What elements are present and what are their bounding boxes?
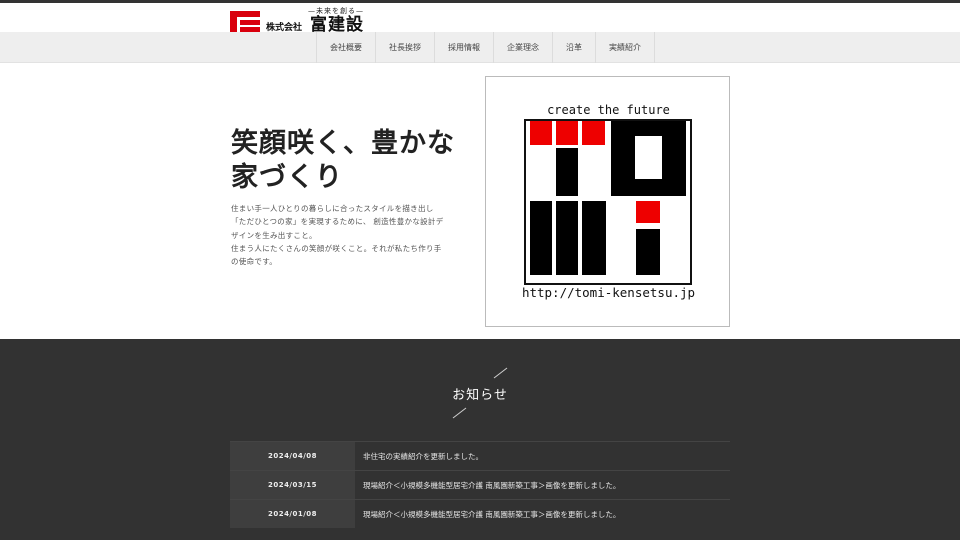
main-nav: 会社概要 社長挨拶 採用情報 企業理念 沿革 実績紹介 <box>0 32 960 63</box>
brand-image-url: http://tomi-kensetsu.jp <box>521 285 696 300</box>
logo-block-white <box>635 136 662 179</box>
logo-block-black <box>530 201 606 275</box>
hero-description-line: の使命です。 <box>231 257 278 267</box>
slash-decoration-icon <box>493 367 508 379</box>
logo-block-white <box>552 201 556 275</box>
news-item[interactable]: 2024/04/08 非住宅の実績紹介を更新しました。 <box>230 441 730 470</box>
hero-description-line: ザインを生み出すこと。 <box>231 230 317 240</box>
nav-item-philosophy[interactable]: 企業理念 <box>493 32 552 63</box>
hero-description-line: 住まい手一人ひとりの暮らしに合ったスタイルを描き出し <box>231 204 434 213</box>
hero-title-line2: 家づくり <box>231 162 343 193</box>
news-date: 2024/03/15 <box>230 471 355 499</box>
hero-description: 住まい手一人ひとりの暮らしに合ったスタイルを描き出し 「ただひとつの家」を実現す… <box>231 202 481 268</box>
hero-title: 笑顔咲く、豊かな 家づくり <box>231 127 455 195</box>
news-item[interactable]: 2024/01/08 現場紹介＜小規模多機能型居宅介護 南風園新築工事＞画像を更… <box>230 499 730 528</box>
header: —未来を創る— 株式会社 富建設 <box>0 3 960 35</box>
news-text[interactable]: 現場紹介＜小規模多機能型居宅介護 南風園新築工事＞画像を更新しました。 <box>355 500 730 528</box>
news-list: 2024/04/08 非住宅の実績紹介を更新しました。 2024/03/15 現… <box>230 441 730 528</box>
news-text[interactable]: 現場紹介＜小規模多機能型居宅介護 南風園新築工事＞画像を更新しました。 <box>355 471 730 499</box>
logo-text: —未来を創る— 株式会社 富建設 <box>266 7 376 35</box>
slash-decoration-icon <box>452 407 467 419</box>
logo-block-black <box>636 229 660 275</box>
logo-block-red <box>556 121 578 145</box>
logo-block-black <box>556 148 578 196</box>
hero-description-line: 「ただひとつの家」を実現するために、 創造性豊かな設計デ <box>231 217 444 227</box>
news-item[interactable]: 2024/03/15 現場紹介＜小規模多機能型居宅介護 南風園新築工事＞画像を更… <box>230 470 730 499</box>
logo-block-red <box>636 201 660 223</box>
brand-image-slogan: create the future <box>547 103 670 117</box>
logo-block-red <box>582 121 605 145</box>
tomi-brand-image: create the future http://tomi-kensetsu.j… <box>485 76 730 327</box>
news-title: お知らせ <box>452 388 508 403</box>
logo-mark-icon <box>230 11 260 33</box>
nav-item-recruitment[interactable]: 採用情報 <box>434 32 493 63</box>
nav-item-president-message[interactable]: 社長挨拶 <box>375 32 434 63</box>
hero-title-line1: 笑顔咲く、豊かな <box>231 128 455 159</box>
hero-description-line: 住まう人にたくさんの笑顔が咲くこと。それが私たち作り手 <box>231 243 442 253</box>
nav-item-works[interactable]: 実績紹介 <box>595 32 655 63</box>
company-logo[interactable]: —未来を創る— 株式会社 富建設 <box>230 7 376 35</box>
news-date: 2024/04/08 <box>230 442 355 470</box>
news-date: 2024/01/08 <box>230 500 355 528</box>
news-text[interactable]: 非住宅の実績紹介を更新しました。 <box>355 442 730 470</box>
nav-item-company-profile[interactable]: 会社概要 <box>316 32 375 63</box>
tomi-logo-graphic <box>524 119 692 285</box>
logo-block-red <box>530 121 552 145</box>
nav-item-history[interactable]: 沿革 <box>552 32 595 63</box>
logo-block-white <box>578 201 582 275</box>
